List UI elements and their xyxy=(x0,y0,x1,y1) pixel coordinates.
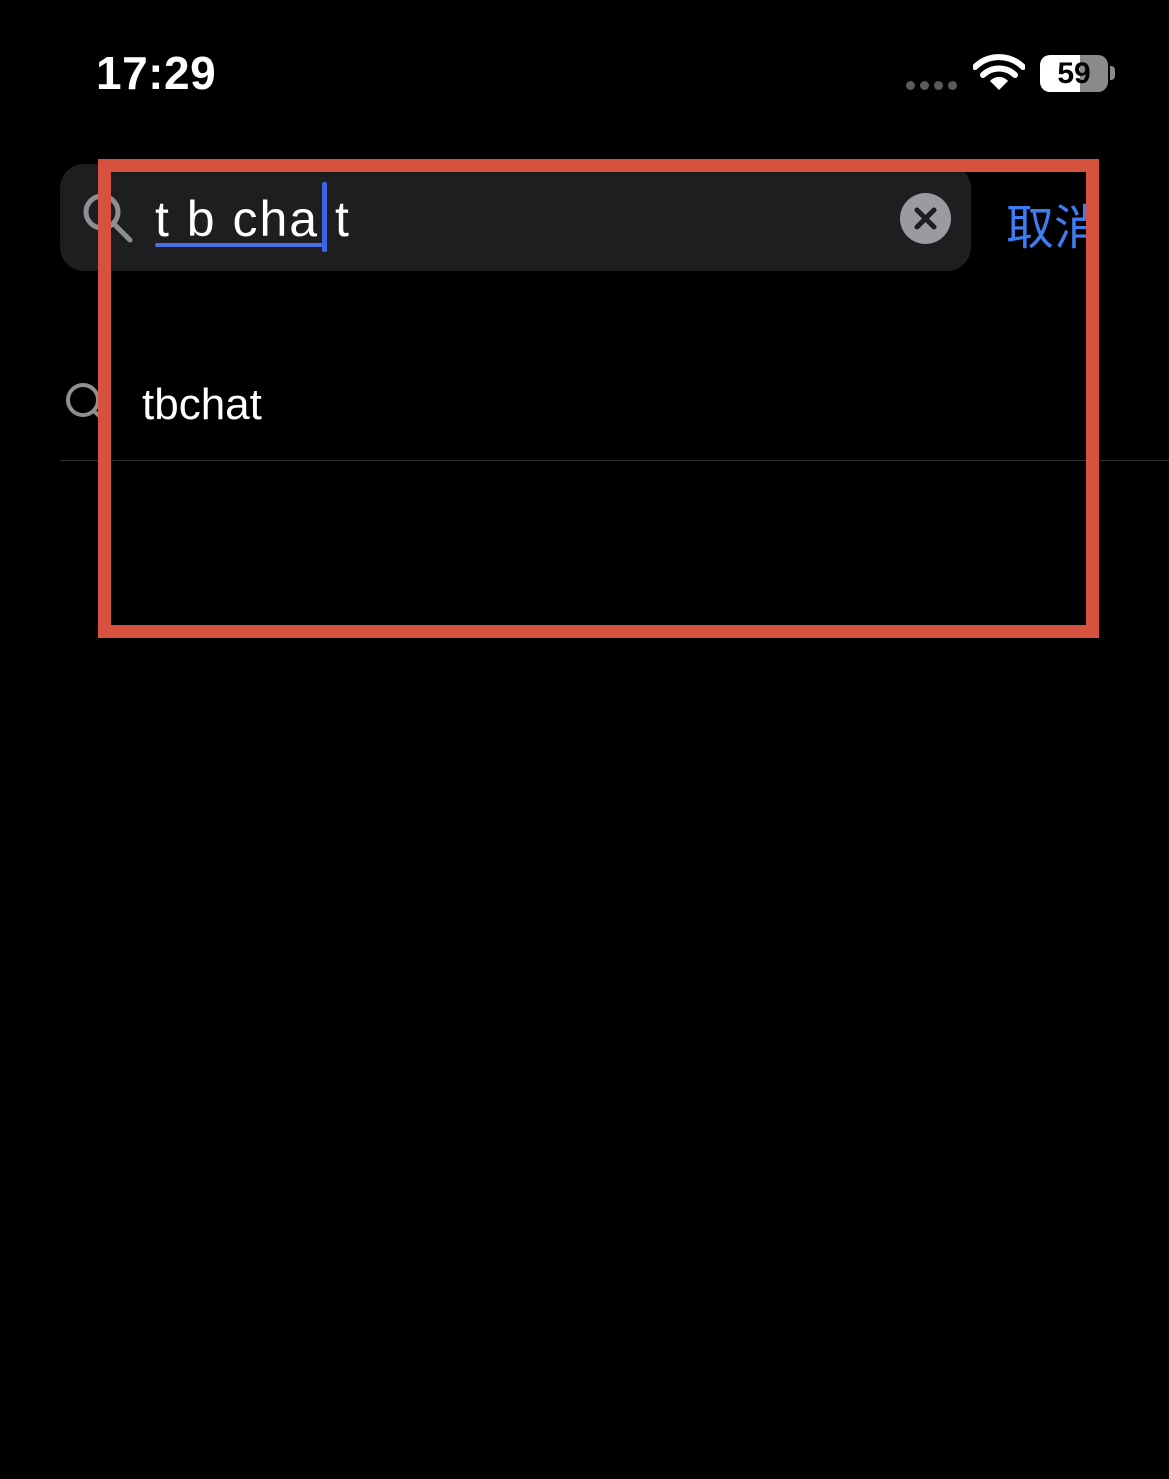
wifi-icon xyxy=(973,54,1025,90)
suggestion-label: tbchat xyxy=(142,380,262,429)
clear-button[interactable] xyxy=(900,193,951,244)
battery-icon: 59 xyxy=(1040,55,1108,92)
battery-level: 59 xyxy=(1057,57,1091,90)
status-time: 17:29 xyxy=(96,47,217,99)
divider xyxy=(60,460,1169,461)
battery-nub xyxy=(1110,66,1115,80)
signal-dots-icon xyxy=(906,81,957,90)
clear-icon xyxy=(914,207,937,230)
text-cursor xyxy=(322,182,327,252)
search-icon xyxy=(66,383,108,425)
cancel-button[interactable]: 取消 xyxy=(1006,188,1102,258)
search-icon xyxy=(83,193,133,243)
ime-composition-underline xyxy=(155,243,323,247)
